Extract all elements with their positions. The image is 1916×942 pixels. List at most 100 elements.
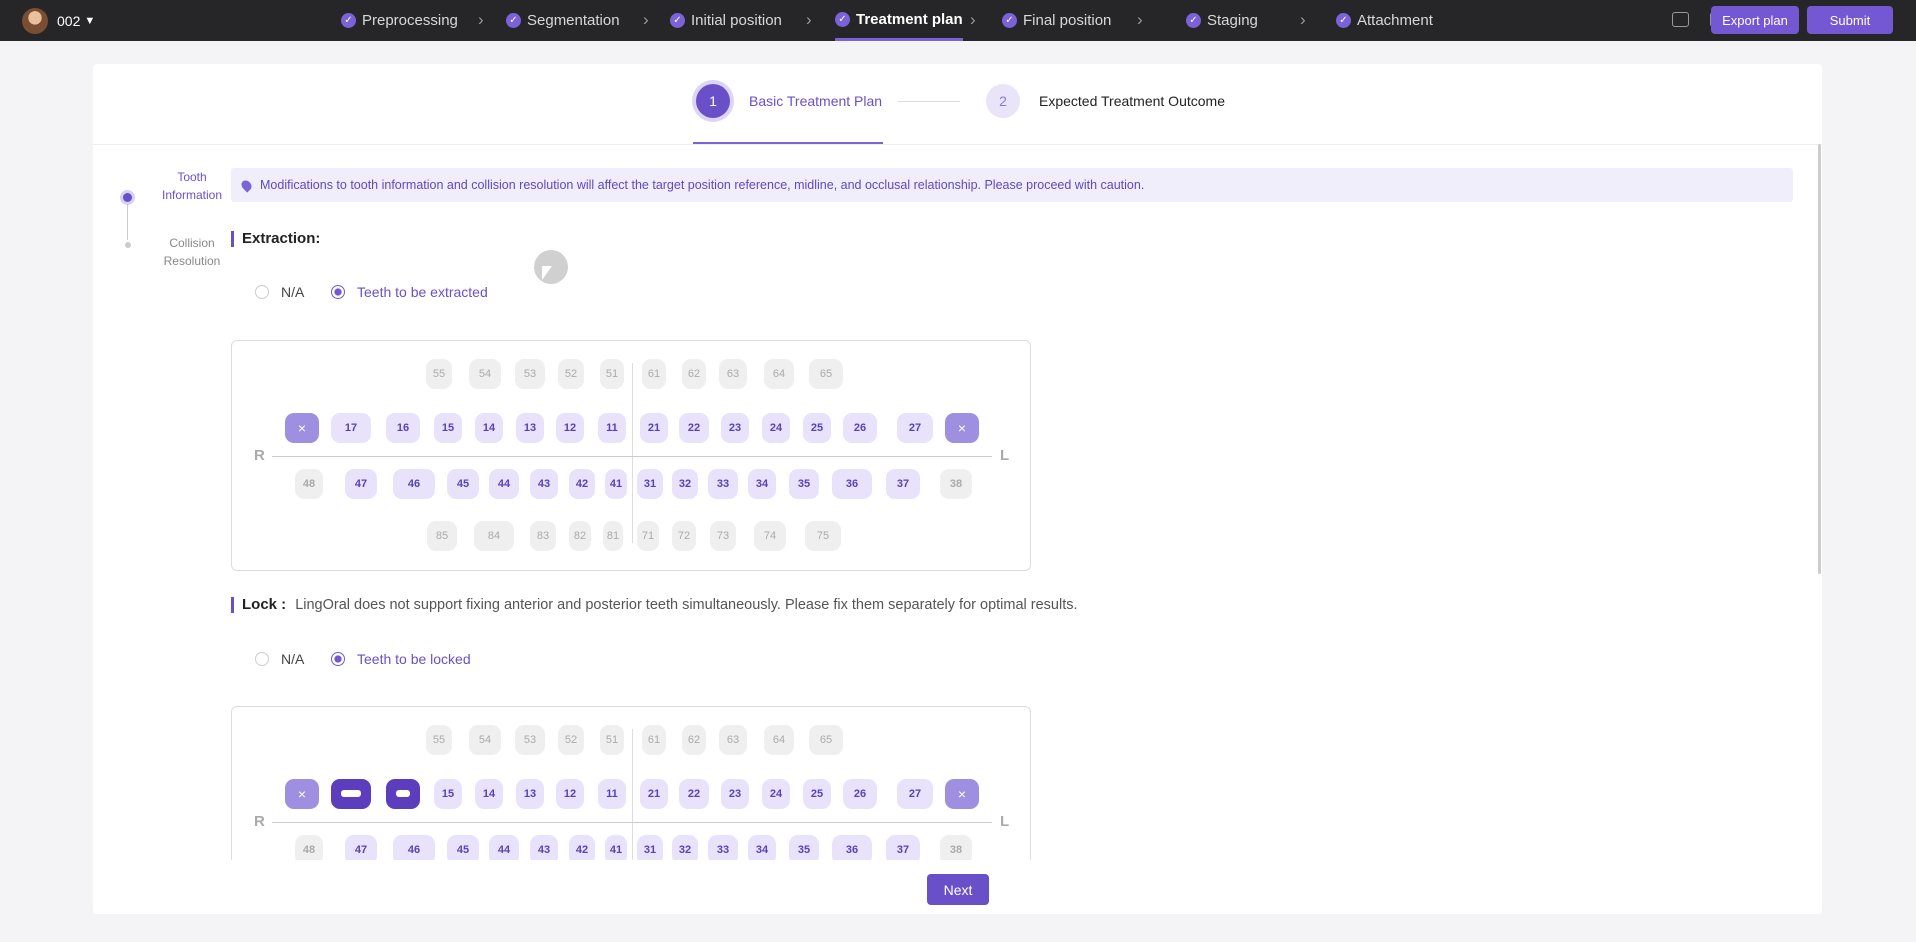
tooth-18-extracted[interactable]: ×	[285, 779, 319, 809]
step-staging[interactable]: ✓ Staging	[1186, 0, 1258, 41]
tooth-35[interactable]: 35	[789, 835, 819, 860]
tooth-27[interactable]: 27	[897, 779, 933, 809]
tooth-38[interactable]: 38	[940, 835, 972, 860]
tooth-48[interactable]: 48	[295, 469, 323, 499]
tooth-36[interactable]: 36	[832, 835, 872, 860]
tooth-65[interactable]: 65	[809, 359, 843, 389]
export-plan-button[interactable]: Export plan	[1711, 6, 1799, 34]
tooth-62[interactable]: 62	[682, 725, 706, 755]
tooth-55[interactable]: 55	[426, 725, 452, 755]
side-step-tooth-information[interactable]: Tooth Information	[162, 168, 222, 204]
tooth-13[interactable]: 13	[516, 779, 544, 809]
tooth-53[interactable]: 53	[515, 725, 545, 755]
tooth-21[interactable]: 21	[640, 413, 668, 443]
tooth-14[interactable]: 14	[475, 779, 503, 809]
tooth-37[interactable]: 37	[886, 469, 920, 499]
tooth-32[interactable]: 32	[672, 469, 698, 499]
tooth-26[interactable]: 26	[843, 779, 877, 809]
tooth-22[interactable]: 22	[679, 413, 709, 443]
tooth-52[interactable]: 52	[558, 725, 584, 755]
tooth-54[interactable]: 54	[469, 725, 501, 755]
tooth-24[interactable]: 24	[762, 779, 790, 809]
tooth-51[interactable]: 51	[600, 359, 624, 389]
tooth-51[interactable]: 51	[600, 725, 624, 755]
lock-radio-teeth[interactable]: Teeth to be locked	[331, 651, 471, 667]
tooth-46[interactable]: 46	[393, 469, 435, 499]
wizard-step-outcome[interactable]: 2 Expected Treatment Outcome	[986, 84, 1225, 118]
tooth-14[interactable]: 14	[475, 413, 503, 443]
tooth-72[interactable]: 72	[672, 521, 696, 551]
tooth-36[interactable]: 36	[832, 469, 872, 499]
lock-radio-na[interactable]: N/A	[255, 651, 304, 667]
tooth-52[interactable]: 52	[558, 359, 584, 389]
tooth-34[interactable]: 34	[748, 835, 776, 860]
tooth-47[interactable]: 47	[345, 835, 377, 860]
tooth-16-locked[interactable]	[386, 779, 420, 809]
tooth-62[interactable]: 62	[682, 359, 706, 389]
step-initial-position[interactable]: ✓ Initial position	[670, 0, 782, 41]
step-attachment[interactable]: ✓ Attachment	[1336, 0, 1433, 41]
tooth-41[interactable]: 41	[605, 835, 627, 860]
tooth-35[interactable]: 35	[789, 469, 819, 499]
tooth-11[interactable]: 11	[598, 413, 626, 443]
tooth-22[interactable]: 22	[679, 779, 709, 809]
tooth-55[interactable]: 55	[426, 359, 452, 389]
tooth-74[interactable]: 74	[754, 521, 786, 551]
tooth-28-extracted[interactable]: ×	[945, 779, 979, 809]
tooth-15[interactable]: 15	[434, 779, 462, 809]
tooth-25[interactable]: 25	[803, 413, 831, 443]
tooth-64[interactable]: 64	[764, 359, 794, 389]
extraction-radio-na[interactable]: N/A	[255, 284, 304, 300]
tooth-37[interactable]: 37	[886, 835, 920, 860]
user-menu[interactable]: 002 ▼	[22, 8, 95, 34]
tooth-23[interactable]: 23	[721, 413, 749, 443]
tooth-38[interactable]: 38	[940, 469, 972, 499]
step-preprocessing[interactable]: ✓ Preprocessing	[341, 0, 458, 41]
tooth-34[interactable]: 34	[748, 469, 776, 499]
tooth-15[interactable]: 15	[434, 413, 462, 443]
tooth-17-locked[interactable]	[331, 779, 371, 809]
step-final-position[interactable]: ✓ Final position	[1002, 0, 1111, 41]
tooth-41[interactable]: 41	[605, 469, 627, 499]
tooth-63[interactable]: 63	[719, 359, 747, 389]
tooth-27[interactable]: 27	[897, 413, 933, 443]
tooth-24[interactable]: 24	[762, 413, 790, 443]
tooth-12[interactable]: 12	[556, 779, 584, 809]
tooth-83[interactable]: 83	[530, 521, 556, 551]
tooth-18-extracted[interactable]: ×	[285, 413, 319, 443]
tooth-81[interactable]: 81	[603, 521, 623, 551]
tooth-61[interactable]: 61	[642, 725, 666, 755]
tooth-31[interactable]: 31	[637, 469, 663, 499]
tooth-48[interactable]: 48	[295, 835, 323, 860]
tooth-23[interactable]: 23	[721, 779, 749, 809]
tooth-84[interactable]: 84	[474, 521, 514, 551]
scrollbar[interactable]	[1818, 144, 1821, 574]
tooth-45[interactable]: 45	[447, 469, 479, 499]
tooth-11[interactable]: 11	[598, 779, 626, 809]
side-step-collision-resolution[interactable]: Collision Resolution	[162, 234, 222, 270]
tooth-82[interactable]: 82	[569, 521, 591, 551]
tooth-43[interactable]: 43	[530, 469, 558, 499]
wizard-step-basic[interactable]: 1 Basic Treatment Plan	[696, 84, 882, 118]
tooth-61[interactable]: 61	[642, 359, 666, 389]
step-segmentation[interactable]: ✓ Segmentation	[506, 0, 620, 41]
submit-button[interactable]: Submit	[1807, 6, 1893, 34]
tooth-13[interactable]: 13	[516, 413, 544, 443]
extraction-radio-teeth[interactable]: Teeth to be extracted	[331, 284, 488, 300]
tooth-44[interactable]: 44	[489, 469, 519, 499]
step-treatment-plan[interactable]: ✓ Treatment plan	[835, 0, 963, 41]
tooth-44[interactable]: 44	[489, 835, 519, 860]
tooth-46[interactable]: 46	[393, 835, 435, 860]
tooth-85[interactable]: 85	[427, 521, 457, 551]
tooth-21[interactable]: 21	[640, 779, 668, 809]
tooth-26[interactable]: 26	[843, 413, 877, 443]
tooth-73[interactable]: 73	[710, 521, 736, 551]
tooth-28-extracted[interactable]: ×	[945, 413, 979, 443]
tooth-42[interactable]: 42	[569, 835, 595, 860]
tooth-12[interactable]: 12	[556, 413, 584, 443]
tooth-64[interactable]: 64	[764, 725, 794, 755]
tooth-31[interactable]: 31	[637, 835, 663, 860]
tooth-65[interactable]: 65	[809, 725, 843, 755]
tooth-71[interactable]: 71	[637, 521, 659, 551]
tooth-45[interactable]: 45	[447, 835, 479, 860]
